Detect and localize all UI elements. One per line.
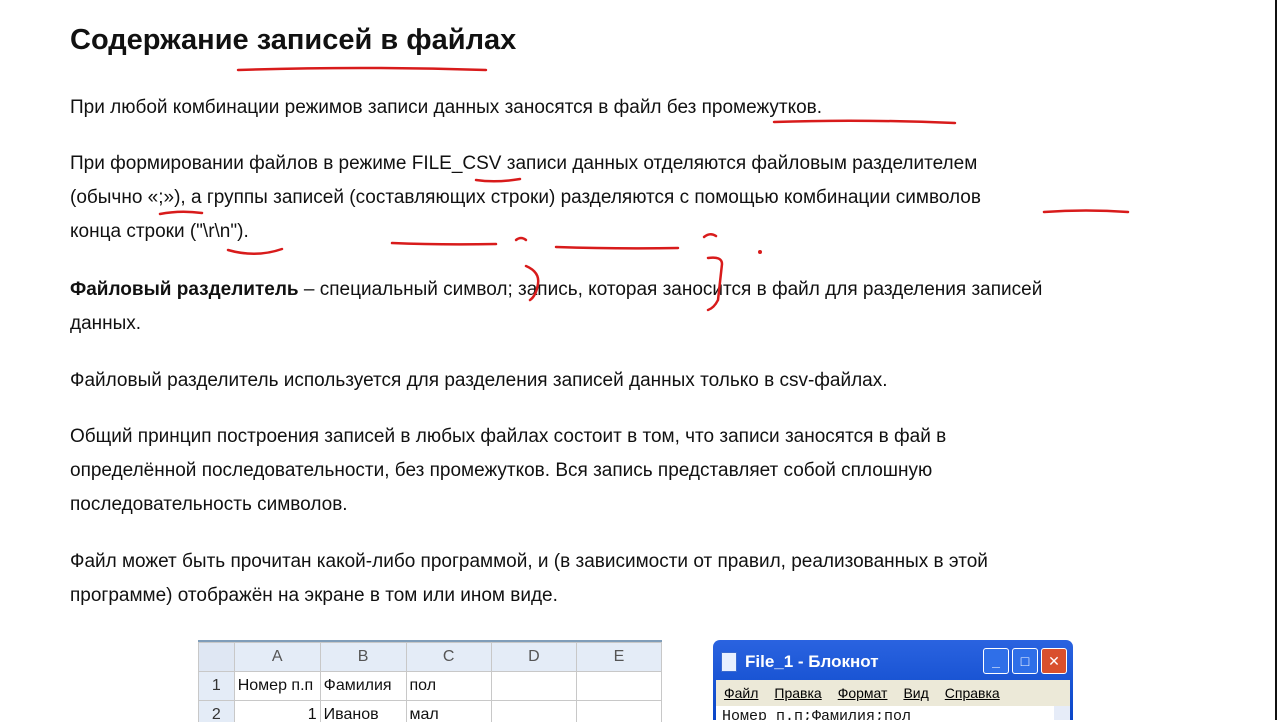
paragraph-csv-separators: При формировании файлов в режиме FILE_CS… xyxy=(70,147,1230,249)
paragraph-text: – специальный символ; запись, которая за… xyxy=(299,279,1043,300)
notepad-text-area[interactable]: Номер п.п;Фамилия;пол xyxy=(716,706,1070,720)
row-header[interactable]: 2 xyxy=(199,701,235,722)
paragraph-line: конца строки ("\r\n"). xyxy=(70,221,249,242)
notepad-document-icon xyxy=(721,652,737,672)
paragraph-line: Файл может быть прочитан какой-либо прог… xyxy=(70,551,988,572)
maximize-button[interactable]: □ xyxy=(1012,648,1038,674)
annotation-dot xyxy=(758,250,762,254)
table-cell[interactable]: мал xyxy=(406,701,491,722)
notepad-window: File_1 - Блокнот _ □ ✕ Файл Правка Форма… xyxy=(713,640,1073,720)
paragraph-line: определённой последовательности, без про… xyxy=(70,460,932,481)
menu-item-help[interactable]: Справка xyxy=(945,685,1000,701)
paragraph-line: При формировании файлов в режиме FILE_CS… xyxy=(70,153,977,174)
column-header[interactable]: E xyxy=(576,643,661,672)
paragraph-line: последовательность символов. xyxy=(70,494,348,515)
paragraph-file-reading: Файл может быть прочитан какой-либо прог… xyxy=(70,545,1230,613)
table-cell[interactable] xyxy=(576,672,661,701)
menu-item-format[interactable]: Формат xyxy=(838,685,888,701)
paragraph-text: При любой комбинации режимов записи данн… xyxy=(70,97,822,118)
notepad-menubar: Файл Правка Формат Вид Справка xyxy=(716,680,1070,706)
row-header[interactable]: 1 xyxy=(199,672,235,701)
menu-item-edit[interactable]: Правка xyxy=(774,685,821,701)
paragraph-no-gaps: При любой комбинации режимов записи данн… xyxy=(70,91,1230,125)
menu-item-file[interactable]: Файл xyxy=(724,685,758,701)
notepad-scrollbar[interactable] xyxy=(1054,706,1070,720)
paragraph-line: программе) отображён на экране в том или… xyxy=(70,585,558,606)
minimize-button[interactable]: _ xyxy=(983,648,1009,674)
spreadsheet-preview: A B C D E 1 Номер п.п Фамилия пол 2 1 Ив… xyxy=(198,640,662,722)
paragraph-line: данных. xyxy=(70,313,141,334)
notepad-title: File_1 - Блокнот xyxy=(745,652,879,672)
column-header[interactable]: A xyxy=(234,643,320,672)
table-row: 1 Номер п.п Фамилия пол xyxy=(199,672,662,701)
window-controls: _ □ ✕ xyxy=(983,648,1067,674)
term-bold: Файловый разделитель xyxy=(70,279,299,300)
paragraph-line: (обычно «;»), а группы записей (составля… xyxy=(70,187,981,208)
paragraph-text: Файловый разделитель используется для ра… xyxy=(70,370,888,391)
table-cell[interactable]: 1 xyxy=(234,701,320,722)
page-title: Содержание записей в файлах xyxy=(70,24,516,57)
column-header[interactable]: C xyxy=(406,643,491,672)
paragraph-line: Общий принцип построения записей в любых… xyxy=(70,426,946,447)
column-header[interactable]: B xyxy=(320,643,406,672)
notepad-titlebar[interactable]: File_1 - Блокнот xyxy=(721,648,879,676)
table-cell[interactable] xyxy=(576,701,661,722)
column-header[interactable]: D xyxy=(491,643,576,672)
table-cell[interactable] xyxy=(491,701,576,722)
menu-item-view[interactable]: Вид xyxy=(903,685,928,701)
annotation-title-underline xyxy=(238,68,486,70)
table-cell[interactable]: Фамилия xyxy=(320,672,406,701)
annotation-underline-crlf xyxy=(228,249,282,254)
table-row: 2 1 Иванов мал xyxy=(199,701,662,722)
select-all-corner[interactable] xyxy=(199,643,235,672)
paragraph-general-principle: Общий принцип построения записей в любых… xyxy=(70,420,1230,522)
page-right-border xyxy=(1275,0,1277,720)
close-button[interactable]: ✕ xyxy=(1041,648,1067,674)
table-cell[interactable]: Номер п.п xyxy=(234,672,320,701)
table-cell[interactable]: Иванов xyxy=(320,701,406,722)
table-cell[interactable] xyxy=(491,672,576,701)
table-cell[interactable]: пол xyxy=(406,672,491,701)
paragraph-file-separator-definition: Файловый разделитель – специальный симво… xyxy=(70,273,1230,341)
paragraph-separator-usage: Файловый разделитель используется для ра… xyxy=(70,364,1230,398)
